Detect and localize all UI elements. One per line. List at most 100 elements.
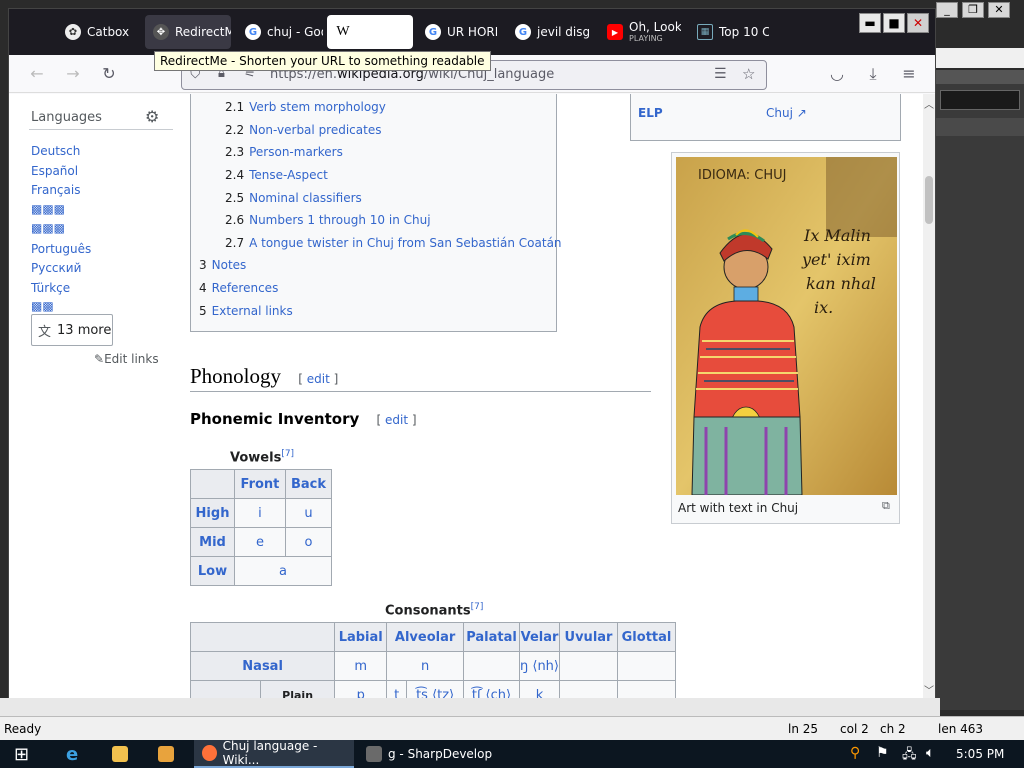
scroll-up-icon[interactable]: ︿ [924,96,934,111]
toc-item[interactable]: 2.1 Verb stem morphology [225,100,386,114]
vowel-cell[interactable]: o [284,527,333,557]
gear-icon[interactable]: ⚙ [145,107,159,126]
toc-item[interactable]: 2.2 Non-verbal predicates [225,123,381,137]
toc-item[interactable]: 2.3 Person-markers [225,145,343,159]
menu-icon[interactable]: ≡ [897,63,921,85]
toc-item[interactable]: 2.6 Numbers 1 through 10 in Chuj [225,213,431,227]
toc-number: 2.5 [225,191,245,205]
page-scrollbar[interactable]: ︿ ﹀ [923,94,935,698]
scrollbar-thumb[interactable] [925,176,933,224]
toc-item[interactable]: 2.4 Tense-Aspect [225,168,328,182]
tab-youtube[interactable]: ▶ Oh, Look PLAYING [599,15,681,49]
col-header[interactable]: Palatal [463,622,520,652]
consonant-cell[interactable]: n [386,651,464,681]
back-button[interactable]: ← [25,63,49,85]
downloads-icon[interactable]: ⤓ [861,63,885,85]
close-button[interactable]: ✕ [907,13,929,33]
toc-item[interactable]: 2.5 Nominal classifiers [225,191,362,205]
search-icon[interactable]: ⚲ [850,745,860,761]
toc-item[interactable]: 2.7 A tongue twister in Chuj from San Seb… [225,236,562,250]
edit-subsection-link[interactable]: [ edit ] [377,413,417,427]
taskbar-explorer[interactable] [104,740,136,768]
edit-links-link[interactable]: ✎Edit links [94,352,159,366]
minimize-button[interactable]: ▬ [859,13,881,33]
flag-icon[interactable]: ⚑ [876,745,889,761]
reader-view-icon[interactable]: ☰ [714,66,727,82]
tab-wikipedia[interactable]: W [327,15,413,49]
toc-item[interactable]: 4 References [199,281,278,295]
chuj-art-image[interactable]: IDIOMA: CHUJ Ix Malin yet' ixim kan nhal… [676,157,897,495]
taskbar-media[interactable] [150,740,182,768]
col-header[interactable]: Back [284,469,333,499]
scroll-down-icon[interactable]: ﹀ [924,682,934,697]
maximize-button[interactable]: ■ [883,13,905,33]
taskbar-sharpdevelop[interactable]: g - SharpDevelop [358,740,508,768]
caption-text: Vowels [230,450,282,466]
bg-restore-button[interactable]: ❐ [962,2,984,18]
pocket-icon[interactable]: ◡ [825,63,849,85]
tab-jevil[interactable]: G jevil disg [507,15,589,49]
bg-minimize-button[interactable]: _ [936,2,958,18]
volume-icon[interactable]: 🔈︎ [926,745,934,761]
col-header[interactable]: Uvular [559,622,618,652]
col-header[interactable]: Velar [519,622,560,652]
reload-button[interactable]: ↻ [97,63,121,85]
reference-link[interactable]: [7] [471,602,484,612]
row-header[interactable]: Low [190,556,235,586]
taskbar: ⊞ e Chuj language - Wiki... g - SharpDev… [0,739,1024,768]
lang-portugues[interactable]: Português [31,242,91,256]
lang-francais[interactable]: Français [31,183,80,197]
consonant-cell[interactable]: p [334,680,388,698]
edit-section-link[interactable]: [ edit ] [298,372,338,386]
taskbar-ie[interactable]: e [58,740,86,768]
infobox-value-link[interactable]: Chuj ↗ [766,106,807,120]
vowel-cell[interactable]: u [284,498,333,528]
vowel-cell[interactable]: i [234,498,286,528]
clock[interactable]: 5:05 PM [956,747,1004,761]
enlarge-icon[interactable]: ⧉ [882,499,890,513]
lang-espanol[interactable]: Español [31,164,78,178]
row-header[interactable]: Mid [190,527,235,557]
toc-item[interactable]: 5 External links [199,304,293,318]
consonant-cell [559,651,618,681]
consonant-cell[interactable]: t [386,680,408,698]
col-header[interactable]: Glottal [617,622,676,652]
forward-button[interactable]: → [61,63,85,85]
lang-cjk-1[interactable]: ▩▩▩ [31,202,65,216]
row-header[interactable]: High [190,498,235,528]
tab-redirectme[interactable]: ✥ RedirectMe [145,15,231,49]
col-header[interactable]: Alveolar [386,622,464,652]
painted-text-line: Ix Malin [803,226,871,245]
tab-label-group: Oh, Look PLAYING [629,21,681,44]
consonant-cell[interactable]: t͡ʃ ⟨ch⟩ [463,680,520,698]
lang-turkce[interactable]: Türkçe [31,281,70,295]
reference-link[interactable]: [7] [281,449,294,459]
consonant-cell[interactable]: k [519,680,560,698]
network-icon[interactable]: 🖧︎ [902,745,917,767]
tab-chuj-google[interactable]: G chuj - Google [237,15,323,49]
taskbar-firefox[interactable]: Chuj language - Wiki... [194,739,354,768]
vowel-cell[interactable]: a [234,556,332,586]
row-header[interactable]: Nasal [189,651,336,681]
lang-russian[interactable]: Русский [31,261,81,275]
tab-catbox[interactable]: ✿ Catbox [57,15,137,49]
bg-close-button[interactable]: ✕ [988,2,1010,18]
lang-deutsch[interactable]: Deutsch [31,144,80,158]
col-header[interactable]: Labial [334,622,388,652]
consonant-cell[interactable]: ŋ ⟨nh⟩ [519,651,560,681]
consonant-cell[interactable]: m [334,651,388,681]
side-panel-dropdown[interactable] [940,90,1020,110]
lang-cjk-3[interactable]: ▩▩ [31,299,54,313]
tab-ur-hori[interactable]: G UR HORI [417,15,497,49]
infobox-label[interactable]: ELP [638,106,663,120]
more-languages-button[interactable]: 文 13 more [31,314,113,346]
lang-cjk-2[interactable]: ▩▩▩ [31,221,65,235]
more-languages-label: 13 more [57,322,112,338]
consonant-cell[interactable]: t͡s ⟨tz⟩ [406,680,464,698]
bookmark-star-icon[interactable]: ☆ [742,65,755,83]
start-button[interactable]: ⊞ [6,740,37,768]
vowel-cell[interactable]: e [234,527,286,557]
col-header[interactable]: Front [234,469,286,499]
tab-top10[interactable]: ▦ Top 10 C [689,15,769,49]
toc-item[interactable]: 3 Notes [199,258,246,272]
